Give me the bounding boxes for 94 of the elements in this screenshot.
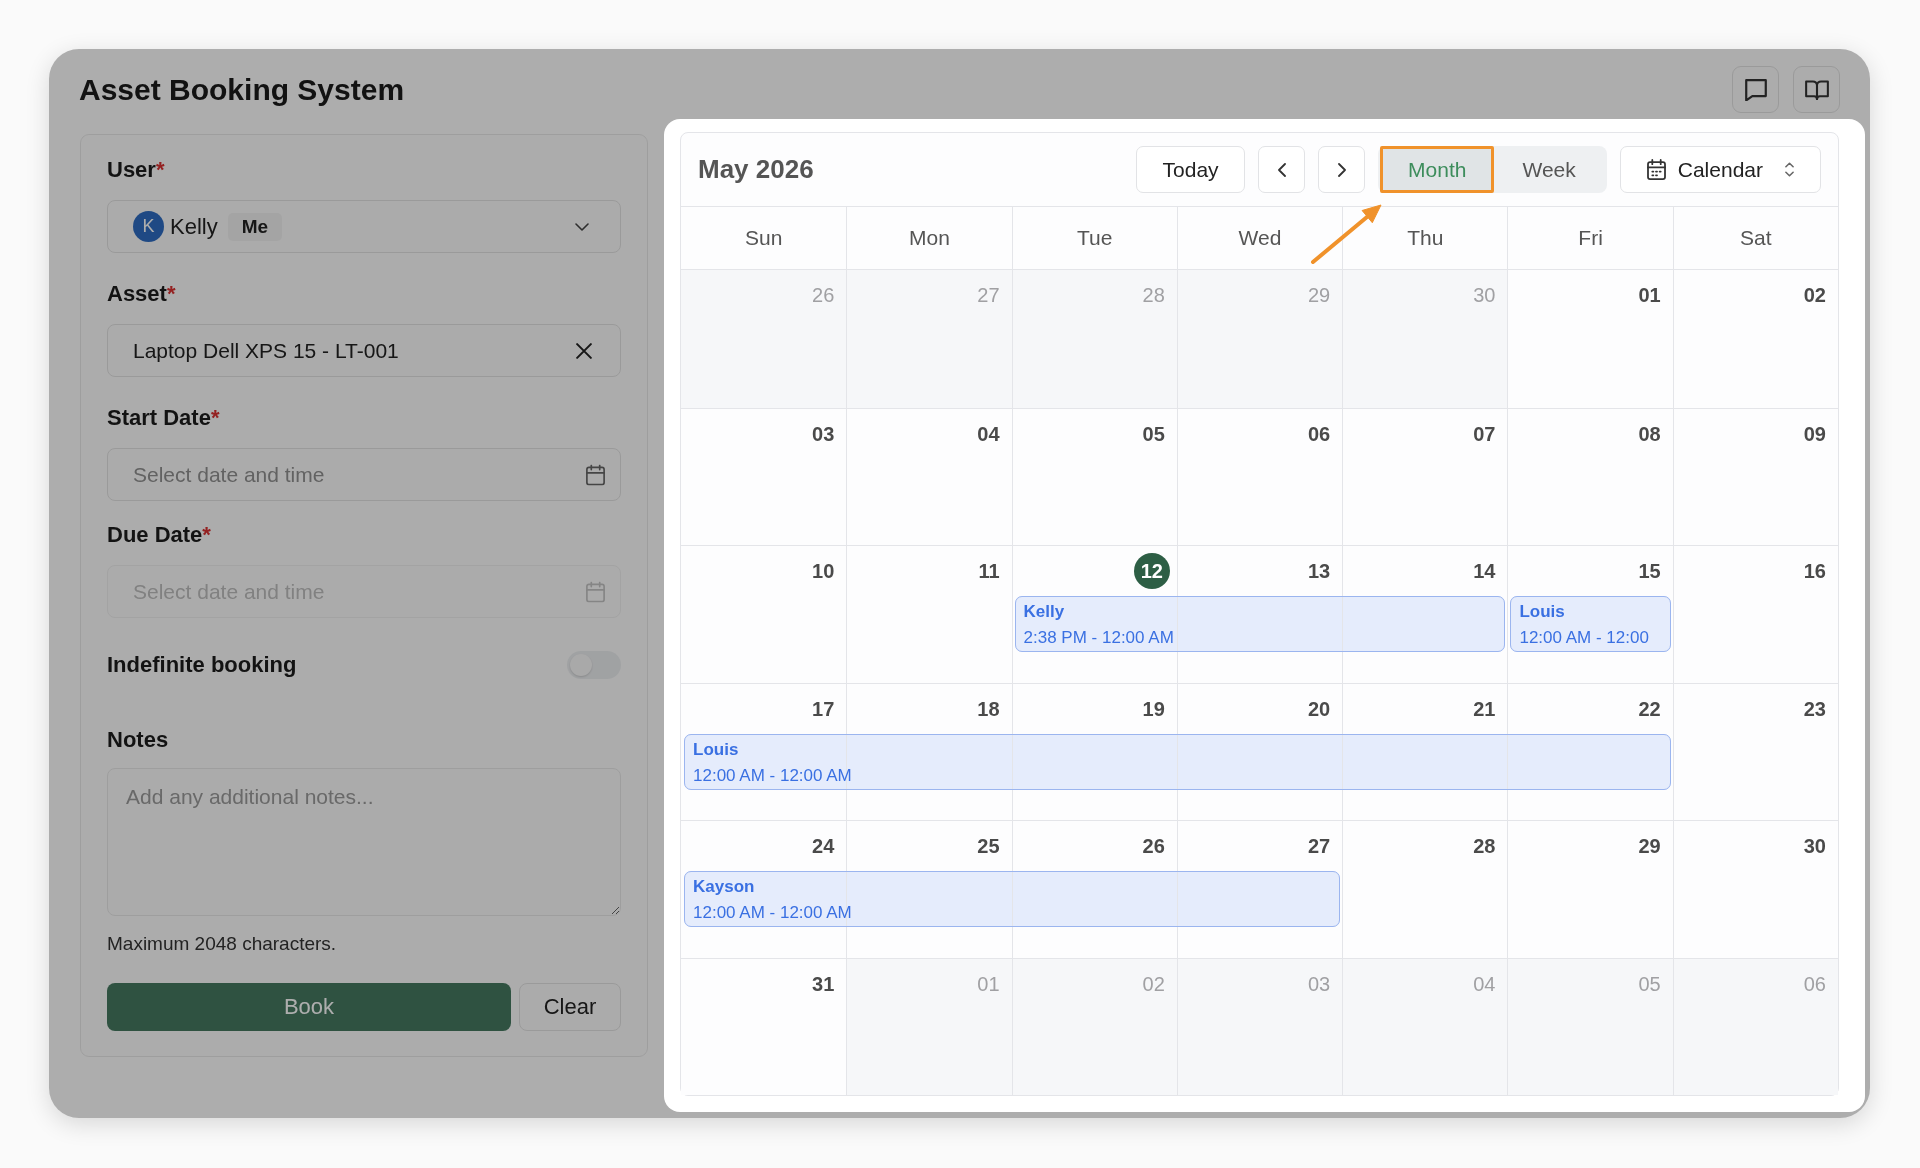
day-number: 23 (1803, 696, 1826, 721)
up-down-chevron-icon (1785, 162, 1794, 177)
day-number: 07 (1473, 421, 1496, 446)
user-avatar: K (133, 211, 164, 242)
weekday-header: Wed (1176, 207, 1343, 269)
field-label: Indefinite booking (107, 651, 297, 679)
asset-select[interactable]: Laptop Dell XPS 15 - LT-001 (107, 324, 621, 377)
day-number: 26 (812, 283, 835, 307)
notes-field[interactable]: Add any additional notes... (107, 768, 621, 916)
day-number: 02 (1803, 283, 1826, 307)
chevron-left-icon (1277, 162, 1286, 177)
toggle-switch[interactable] (567, 651, 621, 679)
day-number: 30 (1473, 283, 1496, 307)
day-number: 02 (1142, 971, 1165, 996)
clear-button[interactable]: Clear (519, 983, 621, 1031)
day-number: 17 (812, 696, 835, 721)
day-cell[interactable]: 21 (1342, 683, 1508, 820)
day-number: 27 (1307, 834, 1331, 858)
day-number: 29 (1307, 283, 1331, 307)
day-number: 09 (1803, 421, 1826, 446)
day-number: 08 (1638, 421, 1661, 446)
clear-icon[interactable] (576, 342, 592, 359)
weekday-header: Sat (1672, 207, 1838, 269)
weekday-header: Fri (1507, 207, 1673, 269)
event-bar[interactable]: Louis 12:00 AM - 12:00 (1510, 596, 1671, 652)
day-number: 06 (1803, 971, 1826, 996)
calendar-icon (586, 464, 605, 485)
day-number: 10 (812, 559, 835, 583)
chevron-down-icon (575, 222, 589, 231)
field-label: Asset* (107, 280, 177, 308)
day-number: 18 (977, 696, 1000, 721)
user-select[interactable]: K Kelly Me (107, 200, 621, 253)
day-number: 29 (1638, 834, 1661, 858)
weekday-header: Sun (743, 225, 784, 251)
event-title: Louis (1519, 601, 1566, 623)
day-number: 20 (1307, 696, 1331, 721)
guide-button[interactable] (1793, 66, 1840, 113)
view-tab[interactable]: Week (1494, 146, 1604, 193)
speech-bubble-icon (1744, 78, 1767, 101)
today-button[interactable]: Today (1136, 146, 1246, 193)
day-cell[interactable]: 27 (1176, 821, 1343, 958)
day-number: 28 (1142, 283, 1165, 307)
day-number: 06 (1307, 421, 1331, 446)
field-label: Start Date* (107, 404, 221, 432)
comment-button[interactable] (1732, 66, 1779, 113)
day-cell[interactable]: 14 (1342, 546, 1508, 683)
day-number: 25 (977, 834, 1000, 858)
day-cell[interactable]: 22 (1507, 683, 1673, 820)
event-time: 2:38 PM - 12:00 AM (1023, 627, 1175, 649)
day-number: 11 (978, 559, 1000, 583)
day-number: 03 (812, 421, 835, 446)
day-number: 24 (812, 834, 835, 858)
event-time: 12:00 AM - 12:00 (1519, 627, 1650, 649)
day-cell[interactable]: 19 (1011, 683, 1177, 820)
field-label: Notes (107, 726, 170, 754)
field-label: User* (107, 156, 166, 184)
user-name: Kelly (170, 213, 218, 240)
day-number: 05 (1638, 971, 1661, 996)
calendar-select[interactable]: Calendar (1619, 146, 1821, 193)
day-number: 12 (1133, 553, 1170, 589)
day-number: 13 (1307, 559, 1331, 583)
day-number: 03 (1307, 971, 1331, 996)
open-book-icon (1804, 79, 1829, 100)
day-cell[interactable]: 26 (1011, 821, 1177, 958)
day-number: 21 (1473, 696, 1496, 721)
day-number: 16 (1803, 559, 1826, 583)
book-button[interactable]: Book (107, 983, 511, 1031)
hint-text: Maximum 2048 characters. (107, 932, 338, 956)
day-number: 22 (1638, 696, 1661, 721)
day-number: 27 (977, 283, 1000, 307)
user-tag: Me (227, 212, 283, 241)
weekday-header: Tue (1011, 207, 1177, 269)
field-label: Due Date* (107, 521, 212, 549)
day-number: 14 (1473, 559, 1496, 583)
calendar-icon (1646, 159, 1666, 180)
day-number: 01 (977, 971, 1000, 996)
day-number: 01 (1638, 283, 1661, 307)
date-time-field[interactable]: Select date and time (107, 448, 621, 501)
day-number: 30 (1803, 834, 1826, 858)
day-number: 28 (1473, 834, 1496, 858)
calendar-icon (586, 581, 605, 602)
day-number: 19 (1142, 696, 1165, 721)
day-number: 04 (1473, 971, 1496, 996)
day-number: 31 (812, 971, 835, 996)
day-number: 05 (1142, 421, 1165, 446)
day-number: 26 (1142, 834, 1165, 858)
app-title: Asset Booking System (79, 72, 405, 108)
day-number: 04 (977, 421, 1000, 446)
day-number: 15 (1638, 559, 1661, 583)
day-cell[interactable]: 13 (1176, 546, 1343, 683)
chevron-right-icon (1337, 162, 1346, 177)
day-cell[interactable]: 20 (1176, 683, 1343, 820)
weekday-header: Mon (846, 207, 1012, 269)
month-title: May 2026 (698, 154, 814, 185)
